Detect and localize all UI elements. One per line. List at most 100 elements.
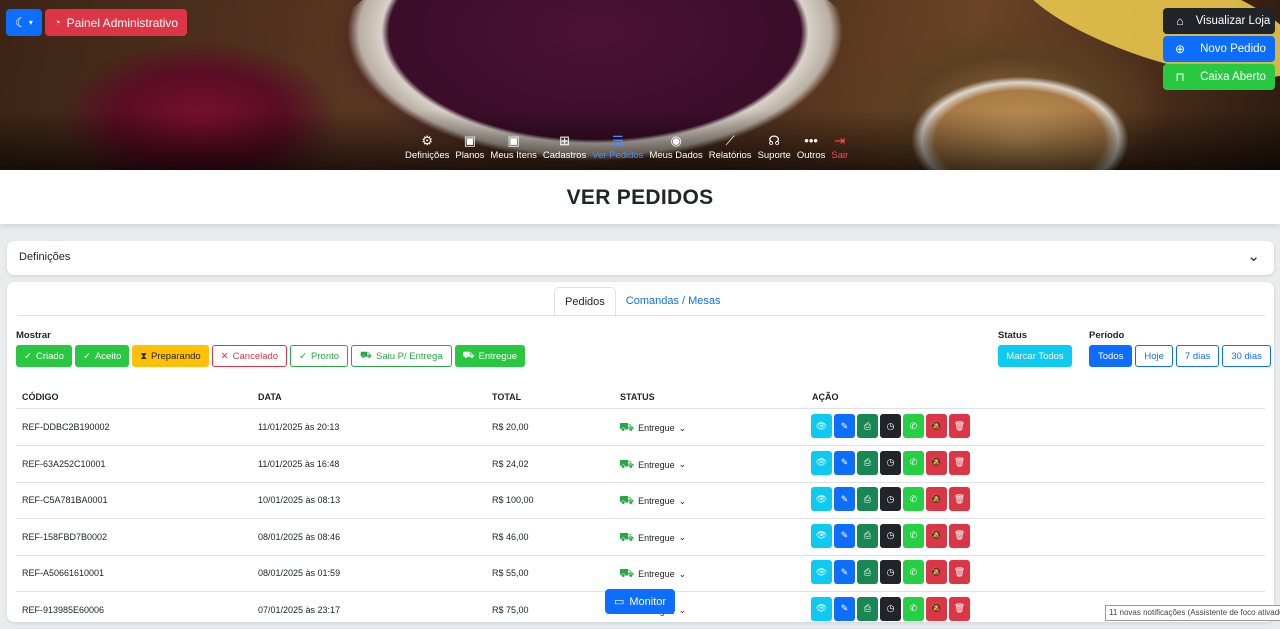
history-button[interactable]: ◷	[880, 523, 901, 548]
view-button[interactable]: 👁	[811, 523, 832, 548]
filter-cancelado[interactable]: ✕ Cancelado	[211, 345, 288, 367]
tab-pedidos[interactable]: Pedidos	[554, 287, 616, 317]
edit-button[interactable]: ✎	[834, 450, 855, 475]
whatsapp-icon: ✆	[909, 457, 918, 467]
history-button[interactable]: ◷	[880, 414, 901, 438]
table-row: REF-A50661610001 08/01/2025 às 01:59 R$ 55…	[16, 555, 1265, 592]
cancel-notify-button[interactable]: 🔕	[926, 414, 947, 438]
delete-button[interactable]: 🗑	[949, 523, 970, 548]
history-button[interactable]: ◷	[880, 560, 901, 584]
logout-icon: ⇥	[834, 133, 846, 148]
delete-button[interactable]: 🗑	[949, 560, 970, 584]
trash-icon: 🗑	[953, 420, 966, 431]
whatsapp-button[interactable]: ✆	[903, 487, 924, 511]
period-todos[interactable]: Todos	[1089, 345, 1133, 367]
nav-outros[interactable]: ••• Outros	[794, 132, 829, 161]
status-dropdown[interactable]: ⛟Entregue⌄	[619, 420, 686, 436]
print-button[interactable]: ⎙	[857, 560, 878, 584]
definicoes-accordion[interactable]: Definições ⌄	[7, 241, 1274, 275]
nav-suporte[interactable]: ☊ Suporte	[755, 132, 794, 161]
history-button[interactable]: ◷	[880, 487, 901, 511]
monitor-button[interactable]: ▭ Monitor	[605, 589, 675, 614]
novo-pedido-button[interactable]: ⊕ Novo Pedido	[1163, 36, 1275, 62]
edit-button[interactable]: ✎	[834, 523, 855, 548]
whatsapp-icon: ✆	[909, 603, 918, 613]
visualizar-loja-button[interactable]: ⌂ Visualizar Loja	[1163, 8, 1275, 34]
view-button[interactable]: 👁	[811, 414, 832, 438]
history-button[interactable]: ◷	[880, 450, 901, 475]
check-icon: ✓	[299, 350, 308, 362]
theme-toggle-button[interactable]: ☾ ▾	[6, 9, 42, 36]
status-dropdown[interactable]: ⛟Entregue⌄	[619, 566, 686, 582]
eye-icon: 👁	[815, 457, 828, 467]
truck-icon: ⛟	[619, 493, 635, 507]
caixa-aberto-button[interactable]: ⊓ Caixa Aberto	[1163, 64, 1275, 90]
plus-square-icon: ⊞	[559, 133, 570, 148]
printer-icon: ⎙	[863, 530, 872, 540]
page-title: VER PEDIDOS	[566, 186, 714, 209]
status-dropdown[interactable]: ⛟Entregue⌄	[619, 493, 686, 509]
nav-definicoes[interactable]: ⚙ Definições	[402, 132, 452, 161]
filter-entregue[interactable]: ⛟ Entregue	[454, 345, 526, 367]
period-7-dias[interactable]: 7 dias	[1175, 345, 1220, 367]
status-dropdown[interactable]: ⛟Entregue⌄	[619, 457, 686, 473]
page-header: VER PEDIDOS	[0, 170, 1280, 224]
cell-total: R$ 46,00	[492, 531, 529, 542]
filter-saiu-entrega[interactable]: ⛟ Saiu P/ Entrega	[351, 345, 452, 367]
col-acao: AÇÃO	[812, 392, 839, 402]
admin-panel-button[interactable]: ◔ Painel Administrativo	[45, 9, 188, 36]
period-filters: Todos Hoje 7 dias 30 dias	[1089, 345, 1271, 367]
x-icon: ✕	[220, 350, 229, 362]
status-dropdown[interactable]: ⛟Entregue⌄	[619, 530, 686, 546]
periodo-label: Período	[1089, 330, 1125, 341]
nav-ver-pedidos[interactable]: ☰ Ver Pedidos	[589, 132, 646, 161]
dots-icon: •••	[804, 133, 818, 148]
delete-button[interactable]: 🗑	[949, 414, 970, 438]
delete-button[interactable]: 🗑	[949, 487, 970, 511]
cell-data: 10/01/2025 às 08:13	[258, 495, 341, 505]
nav-planos[interactable]: ▣ Planos	[452, 132, 487, 161]
orders-card: Pedidos Comandas / Mesas Mostrar ✓ Criado…	[7, 282, 1274, 629]
cancel-notify-button[interactable]: 🔕	[926, 450, 947, 475]
view-button[interactable]: 👁	[811, 450, 832, 475]
period-hoje[interactable]: Hoje	[1135, 345, 1173, 367]
print-button[interactable]: ⎙	[857, 523, 878, 548]
filter-preparando[interactable]: ⧗ Preparando	[132, 345, 209, 367]
whatsapp-button[interactable]: ✆	[903, 523, 924, 548]
nav-relatorios[interactable]: ⟋ Relatórios	[706, 132, 755, 161]
print-button[interactable]: ⎙	[857, 450, 878, 475]
table-row: REF-63A252C10001 11/01/2025 às 16:48 R$ 24…	[16, 446, 1265, 483]
cancel-notify-button[interactable]: 🔕	[926, 523, 947, 548]
view-button[interactable]: 👁	[811, 487, 832, 511]
filter-aceito[interactable]: ✓ Aceito	[74, 345, 130, 367]
view-button[interactable]: 👁	[811, 560, 832, 584]
nav-sair[interactable]: ⇥ Sair	[828, 132, 851, 161]
filter-pronto[interactable]: ✓ Pronto	[290, 345, 349, 367]
nav-meus-itens[interactable]: ▣ Meus Itens	[487, 132, 539, 161]
cancel-notify-button[interactable]: 🔕	[926, 560, 947, 584]
print-button[interactable]: ⎙	[857, 487, 878, 511]
tab-comandas-mesas[interactable]: Comandas / Mesas	[616, 287, 731, 315]
box-icon: ▣	[507, 133, 520, 148]
whatsapp-button[interactable]: ✆	[903, 450, 924, 475]
whatsapp-button[interactable]: ✆	[903, 414, 924, 438]
cancel-notify-button[interactable]: 🔕	[926, 487, 947, 511]
pencil-icon: ✎	[840, 603, 849, 613]
edit-button[interactable]: ✎	[834, 414, 855, 438]
nav-meus-dados[interactable]: ◉ Meus Dados	[646, 132, 705, 161]
chevron-down-icon: ⌄	[678, 532, 687, 542]
filter-criado[interactable]: ✓ Criado	[16, 345, 72, 367]
trash-icon: 🗑	[953, 493, 966, 504]
whatsapp-button[interactable]: ✆	[903, 560, 924, 584]
marcar-todos-button[interactable]: Marcar Todos	[998, 345, 1072, 367]
print-button[interactable]: ⎙	[857, 414, 878, 438]
nav-cadastros[interactable]: ⊞ Cadastros	[540, 132, 589, 161]
period-30-dias[interactable]: 30 dias	[1222, 345, 1271, 367]
edit-button[interactable]: ✎	[834, 487, 855, 511]
delete-button[interactable]: 🗑	[949, 450, 970, 475]
clock-icon: ◷	[886, 493, 895, 504]
check-icon: ✓	[24, 350, 32, 362]
chevron-down-icon: ⌄	[1247, 248, 1260, 265]
edit-button[interactable]: ✎	[834, 560, 855, 584]
headset-icon: ☊	[768, 133, 780, 148]
